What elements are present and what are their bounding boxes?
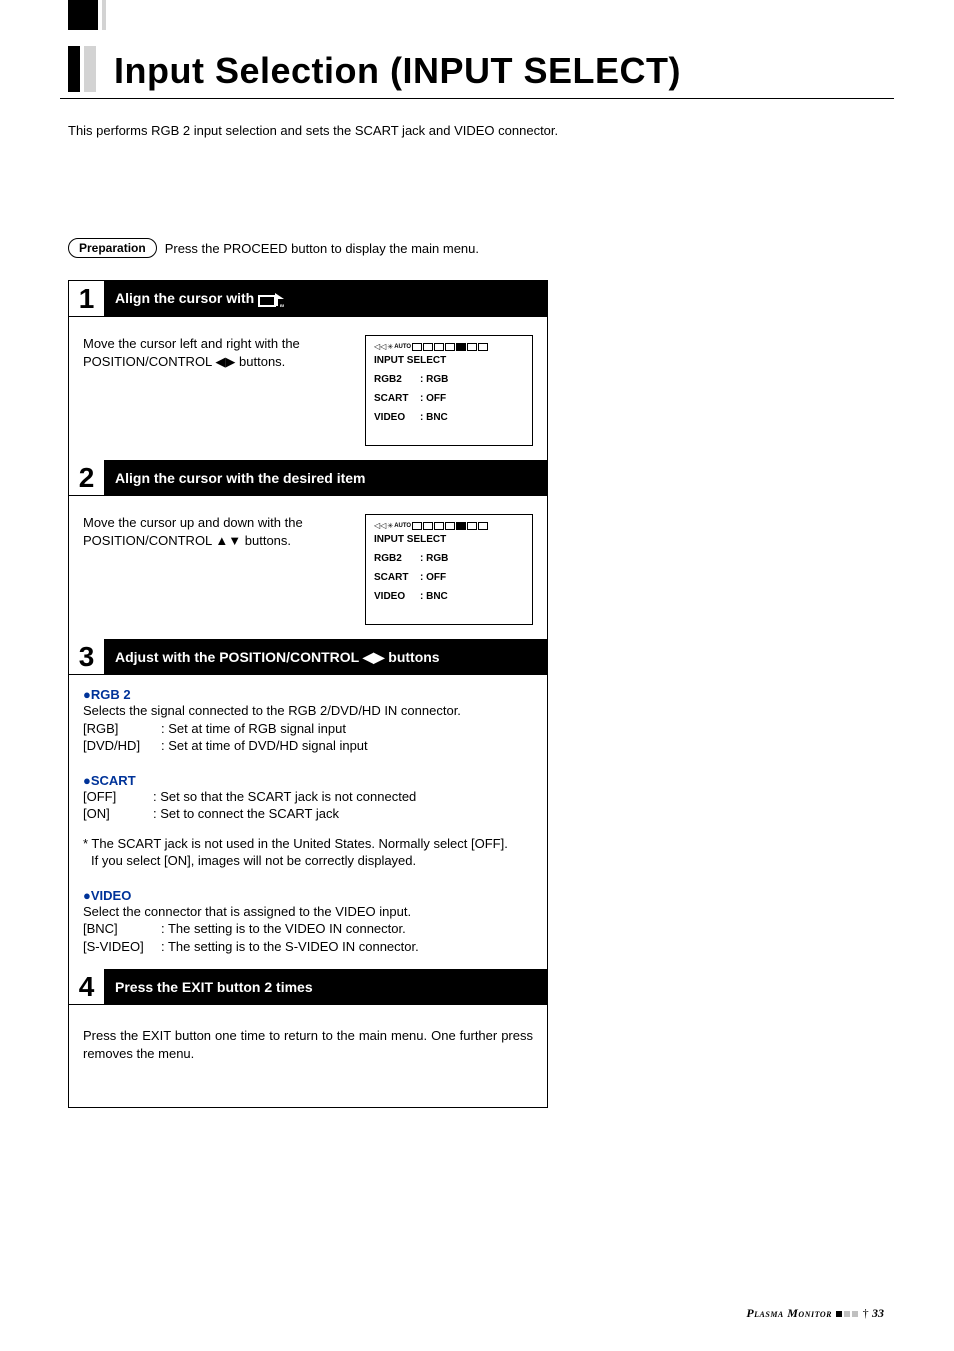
- osd-row-scart: SCART: OFF: [374, 393, 524, 404]
- step-3-number: 3: [79, 641, 95, 673]
- rgb2-opt1-val: : Set at time of RGB signal input: [161, 720, 346, 738]
- step-1-number: 1: [79, 283, 95, 315]
- title-row: Input Selection (INPUT SELECT): [68, 46, 886, 92]
- scart-opt1-val: : Set so that the SCART jack is not conn…: [153, 788, 416, 806]
- rgb2-opt2-val: : Set at time of DVD/HD signal input: [161, 737, 368, 755]
- title-bar-grey: [84, 46, 96, 92]
- footer-tick-icon: [836, 1311, 842, 1317]
- osd-title: INPUT SELECT: [374, 534, 524, 545]
- footer-tick-icon: [852, 1311, 858, 1317]
- header-tab: [68, 0, 98, 30]
- step-2-title: Align the cursor with the desired item: [105, 464, 547, 492]
- step-4-title: Press the EXIT button 2 times: [105, 973, 547, 1001]
- video-opt1-key: [BNC]: [83, 920, 161, 938]
- scart-opt2-key: [ON]: [83, 805, 153, 823]
- page-number: 33: [872, 1306, 884, 1320]
- rgb2-opt2-key: [DVD/HD]: [83, 737, 161, 755]
- scart-heading: ●SCART: [83, 773, 533, 788]
- osd-title: INPUT SELECT: [374, 355, 524, 366]
- osd-icon-row: ◁◁✳AUTO: [374, 521, 524, 530]
- osd-row-scart: SCART: OFF: [374, 572, 524, 583]
- video-heading: ●VIDEO: [83, 888, 533, 903]
- title-rule: [60, 98, 894, 99]
- rgb2-opt1-key: [RGB]: [83, 720, 161, 738]
- video-opt2-key: [S-VIDEO]: [83, 938, 161, 956]
- page-title: Input Selection (INPUT SELECT): [114, 50, 681, 92]
- preparation-chip: Preparation: [68, 238, 157, 258]
- video-opt1-val: : The setting is to the VIDEO IN connect…: [161, 920, 406, 938]
- osd-row-video: VIDEO: BNC: [374, 591, 524, 602]
- step-3-title: Adjust with the POSITION/CONTROL ◀▶ butt…: [105, 643, 547, 672]
- input-select-icon: BNC: [258, 292, 284, 308]
- step-4-number: 4: [79, 971, 95, 1003]
- step-1-body: Move the cursor left and right with the …: [83, 335, 347, 446]
- page-footer: Plasma Monitor † 33: [746, 1306, 884, 1321]
- step-1-title: Align the cursor with BNC: [105, 284, 547, 313]
- step-4-body: Press the EXIT button one time to return…: [83, 1027, 533, 1062]
- step-3-header: 3 Adjust with the POSITION/CONTROL ◀▶ bu…: [69, 639, 547, 675]
- footer-product: Plasma Monitor: [746, 1306, 832, 1320]
- video-desc: Select the connector that is assigned to…: [83, 903, 533, 921]
- scart-note-1: * The SCART jack is not used in the Unit…: [83, 835, 533, 853]
- step-4-header: 4 Press the EXIT button 2 times: [69, 969, 547, 1005]
- osd-icon-row: ◁◁✳AUTO: [374, 342, 524, 351]
- osd-row-rgb2: RGB2: RGB: [374, 553, 524, 564]
- step-1-title-text: Align the cursor with: [115, 290, 258, 306]
- step-1-header: 1 Align the cursor with BNC: [69, 281, 547, 317]
- rgb2-heading: ●RGB 2: [83, 687, 533, 702]
- svg-text:BNC: BNC: [280, 303, 284, 308]
- scart-opt2-val: : Set to connect the SCART jack: [153, 805, 339, 823]
- rgb2-desc: Selects the signal connected to the RGB …: [83, 702, 533, 720]
- step-2-header: 2 Align the cursor with the desired item: [69, 460, 547, 496]
- osd-row-video: VIDEO: BNC: [374, 412, 524, 423]
- step-2-body: Move the cursor up and down with the POS…: [83, 514, 347, 625]
- video-opt2-val: : The setting is to the S-VIDEO IN conne…: [161, 938, 419, 956]
- steps-box: 1 Align the cursor with BNC Move the cur…: [68, 280, 548, 1108]
- intro-text: This performs RGB 2 input selection and …: [68, 123, 886, 138]
- preparation-text: Press the PROCEED button to display the …: [165, 241, 479, 256]
- osd-panel-2: ◁◁✳AUTO INPUT SELECT RGB2: RGB SCART: OF…: [365, 514, 533, 625]
- footer-tick-icon: [844, 1311, 850, 1317]
- title-bar-black: [68, 46, 80, 92]
- scart-note-2: If you select [ON], images will not be c…: [83, 852, 533, 870]
- osd-panel-1: ◁◁✳AUTO INPUT SELECT RGB2: RGB SCART: OF…: [365, 335, 533, 446]
- step-2-number: 2: [79, 462, 95, 494]
- osd-row-rgb2: RGB2: RGB: [374, 374, 524, 385]
- scart-opt1-key: [OFF]: [83, 788, 153, 806]
- dagger-icon: †: [863, 1306, 869, 1320]
